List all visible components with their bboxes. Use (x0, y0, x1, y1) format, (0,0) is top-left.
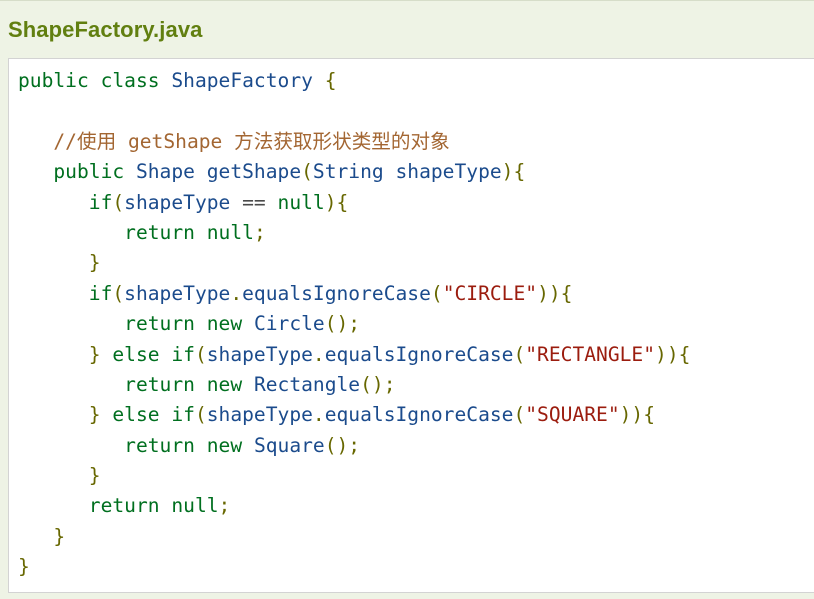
keyword: else (112, 342, 160, 366)
punctuation: } (53, 524, 66, 548)
punctuation: ( (194, 342, 207, 366)
code-line-6: return null; (18, 218, 690, 248)
comment: //使用 getShape 方法获取形状类型的对象 (53, 129, 450, 153)
method-name: equalsIgnoreCase (324, 342, 514, 366)
string-literal: "SQUARE" (525, 403, 620, 427)
punctuation: )){ (537, 281, 573, 305)
keyword: null (171, 494, 219, 518)
keyword: return (88, 494, 160, 518)
keyword: return (124, 433, 195, 457)
code-example-panel: ShapeFactory.java public class ShapeFact… (0, 0, 814, 599)
keyword: return (124, 312, 195, 336)
punctuation: . (230, 281, 243, 305)
keyword: if (88, 281, 113, 305)
punctuation: ( (112, 190, 125, 214)
class-name: Rectangle (253, 372, 361, 396)
keyword: if (88, 190, 113, 214)
code-line-11: return new Rectangle(); (18, 370, 690, 400)
punctuation: } (18, 555, 30, 579)
punctuation: (); (324, 433, 361, 457)
keyword: return (124, 372, 195, 396)
punctuation: . (312, 342, 325, 366)
keyword: null (277, 190, 325, 214)
code-line-8: if(shapeType.equalsIgnoreCase("CIRCLE"))… (18, 279, 690, 309)
punctuation: )){ (619, 403, 656, 427)
punctuation: } (88, 403, 101, 427)
keyword: new (206, 372, 243, 396)
punctuation: (); (324, 312, 361, 336)
code-line-14: } (18, 461, 690, 491)
punctuation: )){ (655, 342, 691, 366)
keyword: public (53, 160, 125, 184)
keyword: if (171, 403, 195, 427)
keyword: return (124, 220, 195, 244)
code-line-15: return null; (18, 491, 690, 521)
keyword: new (206, 312, 243, 336)
operator: == (242, 190, 266, 214)
type-name: Shape (135, 160, 195, 184)
punctuation: ( (301, 160, 313, 184)
method-name: equalsIgnoreCase (242, 281, 431, 305)
code-block: public class ShapeFactory { //使用 getShap… (8, 58, 814, 593)
string-literal: "CIRCLE" (442, 281, 538, 305)
keyword: else (112, 403, 160, 427)
code-lines: public class ShapeFactory { //使用 getShap… (18, 66, 690, 583)
code-line-5: if(shapeType == null){ (18, 188, 690, 218)
keyword: new (206, 433, 243, 457)
identifier: shapeType (206, 342, 313, 366)
punctuation: ){ (324, 190, 349, 214)
punctuation: } (88, 342, 101, 366)
file-title: ShapeFactory.java (8, 17, 203, 42)
code-line-13: return new Square(); (18, 431, 690, 461)
punctuation: . (312, 403, 325, 427)
class-name: ShapeFactory (171, 69, 313, 92)
punctuation: } (88, 251, 101, 275)
punctuation: ( (194, 403, 207, 427)
punctuation: (); (360, 372, 396, 396)
code-line-17: } (18, 552, 690, 582)
string-literal: "RECTANGLE" (525, 342, 656, 366)
punctuation: ( (430, 281, 443, 305)
code-line-7: } (18, 248, 690, 278)
type-name: String (312, 160, 384, 184)
class-name: Square (253, 433, 325, 457)
class-name: Circle (253, 312, 325, 336)
keyword: public (18, 69, 89, 92)
punctuation: ; (253, 220, 266, 244)
identifier: shapeType (124, 281, 231, 305)
punctuation: ( (513, 342, 526, 366)
identifier: shapeType (395, 160, 502, 184)
identifier: shapeType (206, 403, 313, 427)
code-line-16: } (18, 522, 690, 552)
keyword: null (206, 220, 254, 244)
code-line-10: } else if(shapeType.equalsIgnoreCase("RE… (18, 340, 691, 370)
code-line-9: return new Circle(); (18, 309, 690, 339)
punctuation: } (88, 464, 101, 488)
punctuation: ( (112, 281, 125, 305)
punctuation: ){ (501, 160, 526, 184)
code-line-3: //使用 getShape 方法获取形状类型的对象 (18, 127, 690, 157)
punctuation: ; (218, 494, 231, 518)
code-line-1: public class ShapeFactory { (18, 66, 690, 96)
method-name: getShape (206, 160, 302, 184)
code-line-12: } else if(shapeType.equalsIgnoreCase("SQ… (18, 400, 690, 430)
punctuation: ( (513, 403, 526, 427)
keyword: class (100, 69, 160, 92)
keyword: if (171, 342, 195, 366)
punctuation: { (324, 69, 337, 92)
code-line-4: public Shape getShape(String shapeType){ (18, 157, 690, 187)
method-name: equalsIgnoreCase (324, 403, 514, 427)
identifier: shapeType (124, 190, 231, 214)
